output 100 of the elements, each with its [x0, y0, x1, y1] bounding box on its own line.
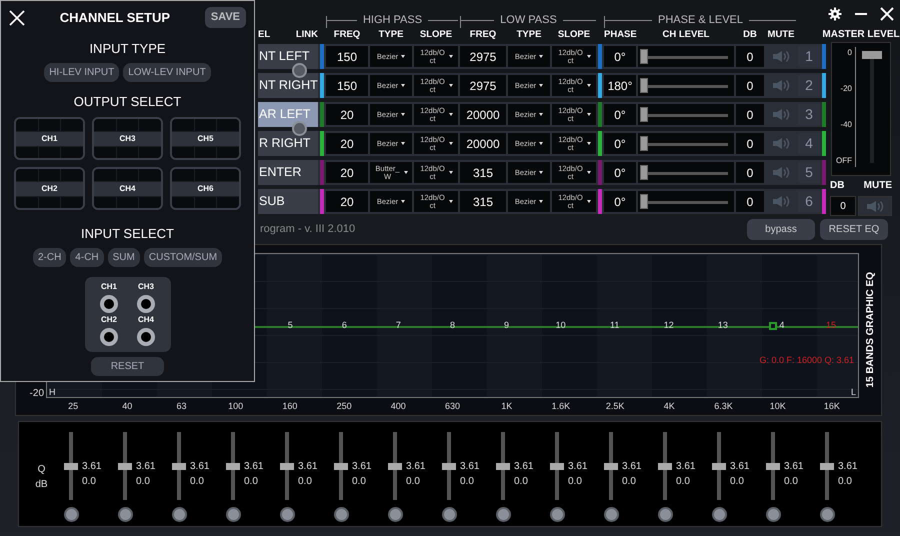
gain-slider[interactable]: [172, 432, 186, 500]
phase-field[interactable]: 0°: [604, 162, 636, 183]
input-jack[interactable]: [137, 328, 155, 346]
save-button[interactable]: SAVE: [204, 7, 246, 28]
frequency-field[interactable]: 150: [326, 75, 368, 96]
band-knob[interactable]: [766, 507, 780, 522]
output-channel-button[interactable]: CH6: [170, 167, 241, 210]
input-jack[interactable]: [100, 328, 118, 346]
slider-thumb[interactable]: [640, 194, 648, 209]
gain-slider[interactable]: [280, 432, 294, 500]
input-select-button[interactable]: CUSTOM/SUM: [144, 248, 222, 267]
slider-thumb[interactable]: [640, 78, 648, 93]
frequency-field[interactable]: 20: [326, 104, 368, 125]
frequency-field[interactable]: 2975: [460, 46, 506, 67]
level-slider[interactable]: [638, 162, 734, 183]
input-jack[interactable]: [137, 294, 155, 313]
gain-slider[interactable]: [820, 432, 834, 500]
channel-name[interactable]: ENTER: [258, 160, 318, 185]
input-select-button[interactable]: SUM: [108, 248, 140, 267]
frequency-field[interactable]: 20: [326, 162, 368, 183]
slider-thumb[interactable]: [640, 49, 648, 64]
slider-thumb[interactable]: [550, 463, 564, 470]
input-select-button[interactable]: 4-CH: [70, 248, 104, 267]
channel-name[interactable]: NT LEFT: [258, 44, 318, 69]
slider-thumb[interactable]: [640, 165, 648, 180]
band-knob[interactable]: [280, 507, 294, 522]
db-field[interactable]: 0: [736, 133, 764, 154]
gain-slider[interactable]: [334, 432, 348, 500]
close-icon[interactable]: [880, 6, 894, 20]
settings-icon[interactable]: [828, 6, 842, 20]
band-knob[interactable]: [172, 507, 186, 522]
gain-slider[interactable]: [712, 432, 726, 500]
frequency-field[interactable]: 20000: [460, 133, 506, 154]
frequency-field[interactable]: 315: [460, 162, 506, 183]
level-slider[interactable]: [638, 191, 734, 212]
level-slider[interactable]: [638, 104, 734, 125]
slider-thumb[interactable]: [334, 463, 348, 470]
slider-thumb[interactable]: [712, 463, 726, 470]
frequency-field[interactable]: 20000: [460, 104, 506, 125]
frequency-field[interactable]: 20: [326, 191, 368, 212]
gain-slider[interactable]: [442, 432, 456, 500]
eq-button[interactable]: bypass: [747, 218, 815, 240]
band-knob[interactable]: [550, 507, 564, 522]
output-channel-button[interactable]: CH3: [92, 117, 163, 160]
phase-field[interactable]: 0°: [604, 191, 636, 212]
frequency-field[interactable]: 2975: [460, 75, 506, 96]
gain-slider[interactable]: [550, 432, 564, 500]
input-type-button[interactable]: HI-LEV INPUT: [44, 62, 120, 82]
slider-thumb[interactable]: [388, 463, 402, 470]
phase-field[interactable]: 0°: [604, 46, 636, 67]
slider-thumb[interactable]: [280, 463, 294, 470]
frequency-field[interactable]: 150: [326, 46, 368, 67]
band-knob[interactable]: [226, 507, 240, 522]
level-slider[interactable]: [638, 133, 734, 154]
gain-slider[interactable]: [658, 432, 672, 500]
db-field[interactable]: 0: [736, 162, 764, 183]
slider-thumb[interactable]: [640, 107, 648, 122]
slider-thumb[interactable]: [766, 463, 780, 470]
input-type-button[interactable]: LOW-LEV INPUT: [123, 62, 211, 82]
slider-thumb[interactable]: [862, 51, 882, 60]
eq-button[interactable]: RESET EQ: [820, 218, 888, 240]
band-knob[interactable]: [712, 507, 726, 522]
slider-thumb[interactable]: [496, 463, 510, 470]
band-handle[interactable]: [769, 322, 778, 330]
output-channel-button[interactable]: CH1: [14, 117, 85, 160]
gain-slider[interactable]: [496, 432, 510, 500]
input-select-button[interactable]: 2-CH: [32, 248, 66, 267]
band-knob[interactable]: [604, 507, 618, 522]
phase-field[interactable]: 0°: [604, 133, 636, 154]
output-channel-button[interactable]: CH4: [92, 167, 163, 210]
slider-thumb[interactable]: [820, 463, 834, 470]
output-channel-button[interactable]: CH2: [14, 167, 85, 210]
channel-name[interactable]: R RIGHT: [258, 131, 318, 156]
gain-slider[interactable]: [64, 432, 78, 500]
band-knob[interactable]: [658, 507, 672, 522]
band-knob[interactable]: [334, 507, 348, 522]
gain-slider[interactable]: [226, 432, 240, 500]
db-field[interactable]: 0: [736, 191, 764, 212]
band-knob[interactable]: [64, 507, 78, 522]
phase-field[interactable]: 0°: [604, 104, 636, 125]
gain-slider[interactable]: [604, 432, 618, 500]
slider-thumb[interactable]: [442, 463, 456, 470]
level-slider[interactable]: [638, 46, 734, 67]
output-channel-button[interactable]: CH5: [170, 117, 241, 160]
db-field[interactable]: 0: [736, 46, 764, 67]
slider-thumb[interactable]: [658, 463, 672, 470]
db-field[interactable]: 0: [830, 196, 856, 216]
band-knob[interactable]: [496, 507, 510, 522]
phase-field[interactable]: 180°: [604, 75, 636, 96]
gain-slider[interactable]: [766, 432, 780, 500]
slider-thumb[interactable]: [640, 136, 648, 151]
reset-button[interactable]: RESET: [90, 357, 164, 376]
band-knob[interactable]: [118, 507, 132, 522]
db-field[interactable]: 0: [736, 75, 764, 96]
input-jack[interactable]: [100, 294, 118, 313]
slider-thumb[interactable]: [172, 463, 186, 470]
frequency-field[interactable]: 315: [460, 191, 506, 212]
db-field[interactable]: 0: [736, 104, 764, 125]
channel-name[interactable]: NT RIGHT: [258, 73, 318, 98]
master-level-slider[interactable]: [862, 51, 882, 163]
